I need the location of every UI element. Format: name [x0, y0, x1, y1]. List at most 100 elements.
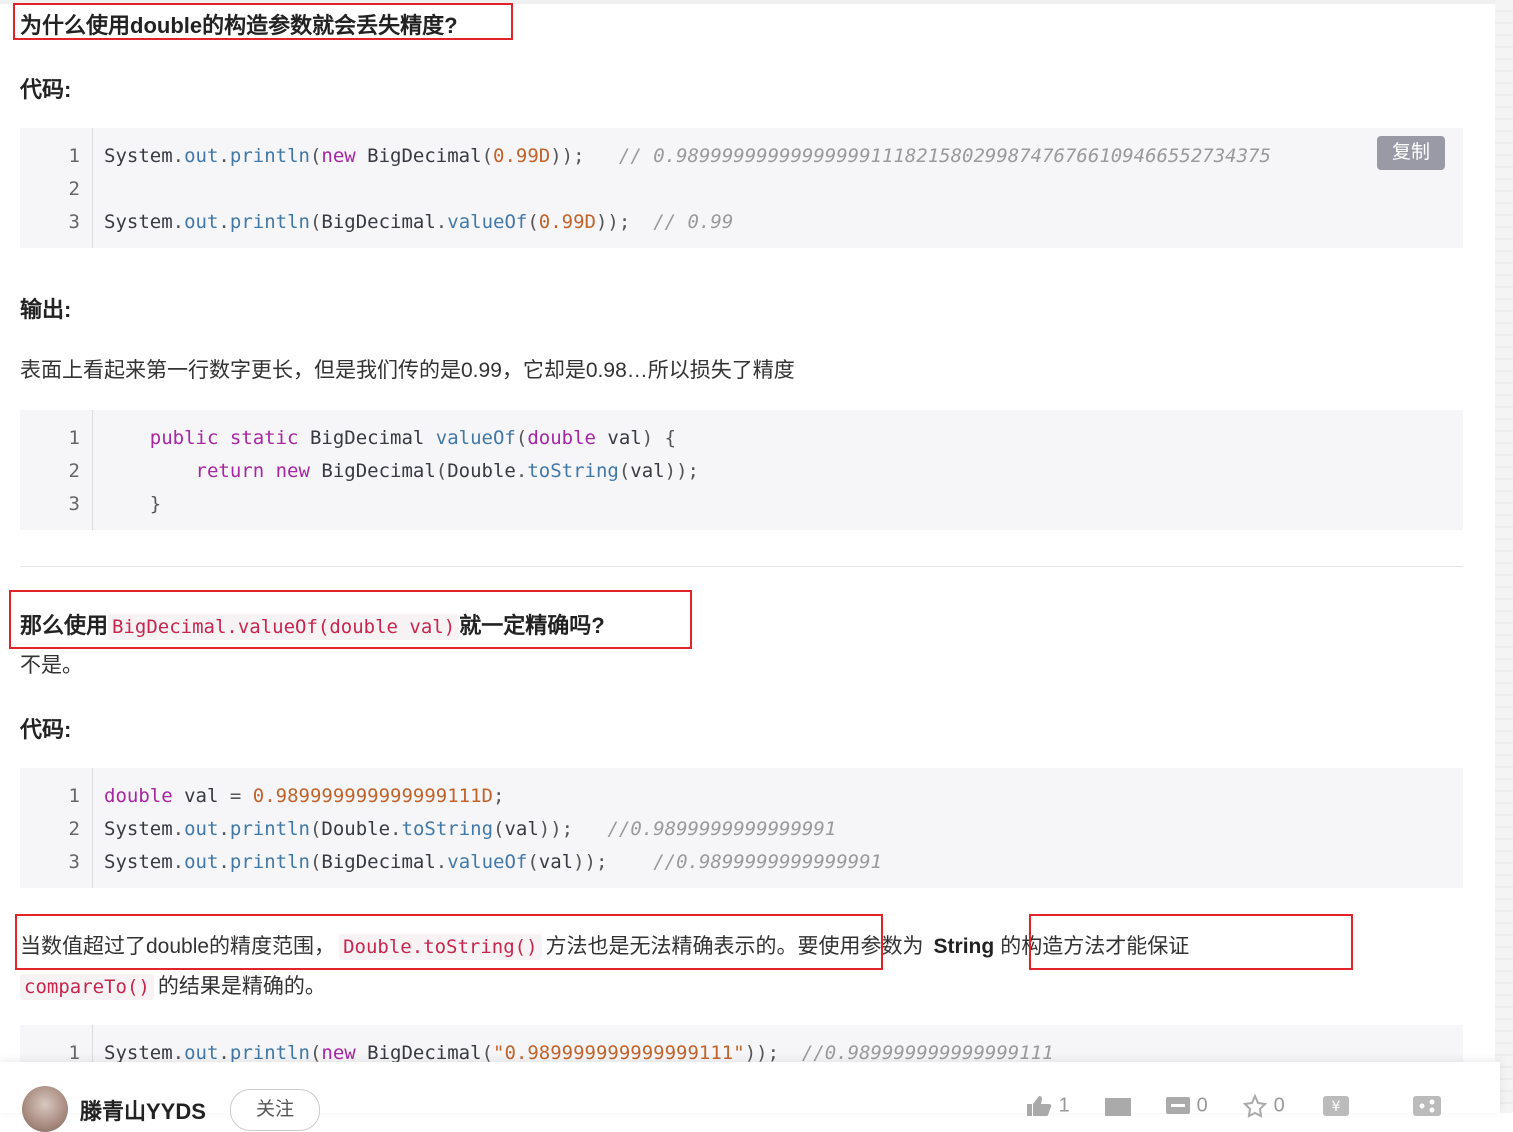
collect-button[interactable] — [1103, 1094, 1133, 1118]
code-token: val — [172, 785, 230, 807]
code-token: BigDecimal — [321, 211, 436, 233]
code-token: ( — [493, 818, 505, 840]
code-token: ( — [309, 1042, 322, 1064]
avatar[interactable] — [22, 1086, 68, 1132]
code-token: ( — [481, 145, 494, 167]
code-token: out — [184, 851, 219, 873]
code-token: )); — [538, 818, 608, 840]
comment-icon — [1166, 1097, 1190, 1114]
code-token: new — [275, 460, 310, 482]
code-label: 代码: — [20, 717, 72, 742]
conclusion-text-b: 方法也是无法精确表示的。要使用参数为 — [545, 935, 924, 958]
star-icon — [1242, 1093, 1268, 1118]
code-token: . — [218, 1042, 230, 1064]
code-token: valueOf — [447, 851, 528, 873]
code-token: double — [104, 785, 173, 807]
code-token: ( — [618, 460, 631, 482]
code-token: . — [172, 211, 185, 233]
code-token: )); — [744, 1042, 802, 1064]
code-token: val — [538, 851, 574, 873]
code-token: println — [229, 851, 310, 873]
code-token: = — [229, 785, 242, 807]
code-token: valueOf — [435, 427, 516, 449]
code-token: 0.989999999999999111D — [252, 785, 493, 807]
code-token: return — [195, 460, 265, 482]
code-token: toString — [527, 460, 619, 482]
follow-button[interactable]: 关注 — [230, 1089, 320, 1131]
author-name[interactable]: 滕青山YYDS — [80, 1094, 206, 1126]
code-token: . — [435, 211, 448, 233]
line-number: 1 — [68, 427, 80, 449]
top-border — [0, 0, 1500, 4]
code-token: val — [504, 818, 539, 840]
conclusion-line-2: compareTo() 的结果是精确的。 — [20, 970, 326, 1000]
comment-button[interactable]: 0 — [1165, 1094, 1208, 1118]
share-button[interactable] — [1412, 1094, 1442, 1118]
code-line: 3 } — [20, 488, 1463, 521]
code-token: // 0.98999999999999999111821580299874767… — [607, 145, 1271, 167]
code-token: out — [184, 211, 219, 233]
code-token: System — [104, 1042, 173, 1064]
code-token: ( — [527, 211, 539, 233]
code-token: new — [321, 145, 356, 167]
code-line: 1 System.out.println(new BigDecimal(0.99D… — [20, 140, 1463, 173]
line-number: 1 — [68, 145, 80, 167]
code-token: . — [218, 818, 230, 840]
code-label: 代码: — [20, 77, 72, 102]
code-token: 0.99D — [493, 145, 551, 167]
bookmark-icon — [1105, 1098, 1131, 1116]
code-token: ; — [492, 785, 505, 807]
like-button[interactable]: 1 — [1025, 1094, 1070, 1118]
code-token: )); — [573, 851, 654, 873]
code-line: 2 return new BigDecimal(Double.toString(… — [20, 455, 1463, 488]
inline-code-tostring: Double.toString() — [339, 934, 542, 960]
inline-code-valueof: BigDecimal.valueOf(double val) — [108, 614, 460, 640]
code-token: valueOf — [447, 211, 528, 233]
output-paragraph: 表面上看起来第一行数字更长，但是我们传的是0.99，它却是0.98…所以损失了精… — [20, 359, 795, 382]
code-token: Double — [321, 818, 391, 840]
conclusion-text-d: 的结果是精确的。 — [157, 975, 326, 998]
code-token: public — [149, 427, 219, 449]
code-text: } — [104, 488, 161, 521]
conclusion-text-a: 当数值超过了double的精度范围， — [20, 935, 336, 958]
code-token: System — [104, 211, 173, 233]
code-token: . — [218, 145, 230, 167]
code-token: println — [229, 1042, 310, 1064]
code-token: static — [229, 427, 299, 449]
code-token: . — [515, 460, 528, 482]
code-token: val — [595, 427, 642, 449]
code-line: 2 System.out.println(Double.toString(val)… — [20, 813, 1463, 846]
code-token: new — [321, 1042, 356, 1064]
line-number: 3 — [68, 493, 80, 515]
code-line: 3 System.out.println(BigDecimal.valueOf(v… — [20, 846, 1463, 879]
code-token: . — [172, 851, 185, 873]
scrollbar-track[interactable] — [1495, 0, 1513, 1113]
code-token: toString — [401, 818, 494, 840]
reward-button[interactable]: ¥ — [1322, 1094, 1350, 1118]
code-line: 1 public static BigDecimal valueOf(doubl… — [20, 422, 1463, 455]
output-label: 输出: — [20, 297, 72, 322]
code-token: )); — [595, 211, 654, 233]
code-token: Double — [447, 460, 516, 482]
code-text: return new BigDecimal(Double.toString(va… — [104, 455, 699, 488]
heading-text-pre: 那么使用 — [20, 613, 109, 638]
code-token: println — [229, 818, 310, 840]
code-block-2: 1 public static BigDecimal valueOf(doubl… — [20, 410, 1463, 530]
code-token: double — [527, 427, 596, 449]
code-text: double val = 0.989999999999999111D; — [104, 780, 504, 813]
code-token: //0.9899999999999991 — [607, 818, 837, 840]
code-token: . — [218, 851, 230, 873]
code-line: 3 System.out.println(BigDecimal.valueOf(0… — [20, 206, 1463, 239]
code-token: BigDecimal — [355, 1042, 482, 1064]
line-number: 2 — [68, 818, 80, 840]
divider — [20, 566, 1463, 567]
code-token: )); — [550, 145, 608, 167]
code-token: . — [390, 818, 402, 840]
favorite-button[interactable]: 0 — [1242, 1093, 1285, 1118]
code-token: . — [435, 851, 448, 873]
code-text: System.out.println(BigDecimal.valueOf(va… — [104, 846, 882, 879]
